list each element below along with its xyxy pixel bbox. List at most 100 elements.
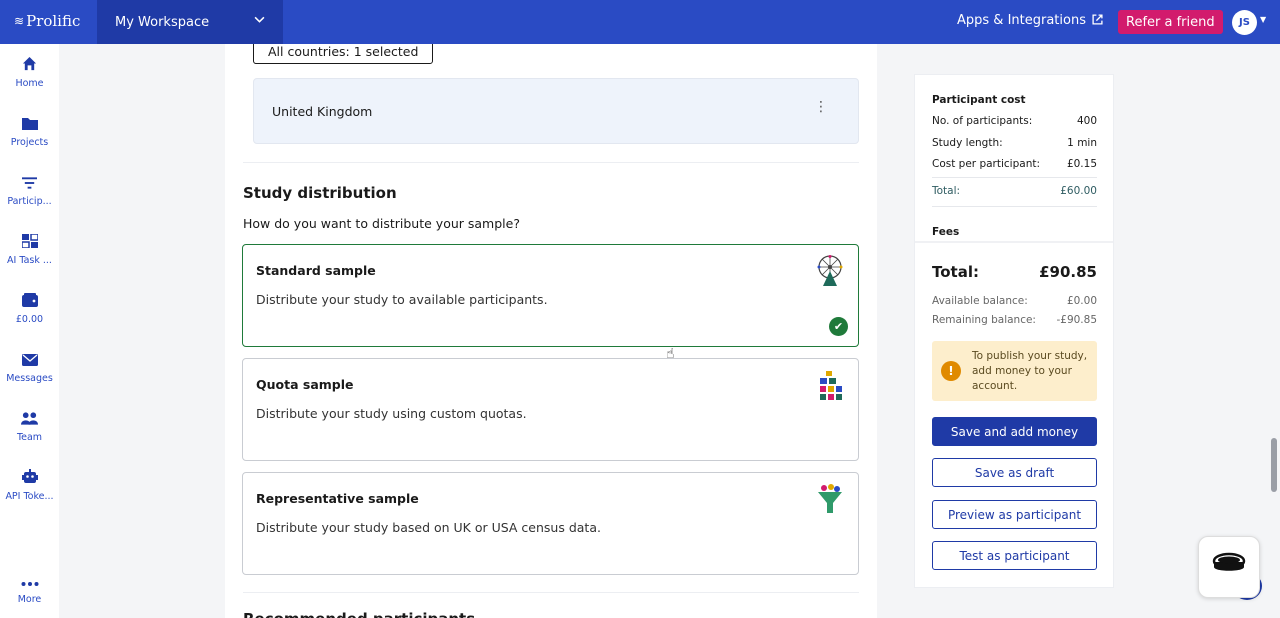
subtotal-value: £60.00 bbox=[1060, 185, 1097, 197]
available-balance-row: Available balance: £0.00 bbox=[932, 295, 1097, 307]
sidebar-item-label: More bbox=[17, 594, 42, 605]
folder-icon bbox=[0, 115, 59, 135]
option-title: Quota sample bbox=[256, 377, 354, 392]
sidebar-item-label: AI Task ... bbox=[7, 255, 52, 266]
home-icon bbox=[0, 56, 59, 76]
sidebar-item-api-tokens[interactable]: API Toke... bbox=[0, 469, 59, 502]
country-name: United Kingdom bbox=[272, 104, 373, 119]
filter-icon bbox=[0, 174, 59, 194]
workspace-selector[interactable]: My Workspace bbox=[97, 0, 283, 44]
scrollbar-thumb[interactable] bbox=[1271, 438, 1277, 492]
refer-friend-button[interactable]: Refer a friend bbox=[1118, 10, 1223, 34]
workspace-label: My Workspace bbox=[115, 14, 210, 30]
grand-total-label: Total: bbox=[932, 263, 979, 281]
funnel-icon bbox=[816, 483, 844, 515]
remaining-balance-value: -£90.85 bbox=[1056, 314, 1097, 326]
chat-icon bbox=[1212, 552, 1246, 582]
fees-heading: Fees bbox=[932, 226, 960, 238]
brand-name: Prolific bbox=[26, 12, 81, 30]
warning-text: To publish your study, add money to your… bbox=[972, 350, 1088, 392]
robot-icon bbox=[0, 469, 59, 489]
available-balance-value: £0.00 bbox=[1066, 295, 1097, 307]
blocks-icon bbox=[816, 369, 844, 401]
sidebar-item-label: Home bbox=[15, 78, 44, 89]
top-bar: ≋ Prolific My Workspace Apps & Integrati… bbox=[0, 0, 1280, 44]
dashboard-icon bbox=[0, 233, 59, 253]
cost-value: 1 min bbox=[1067, 137, 1097, 149]
warning-icon: ! bbox=[941, 361, 961, 381]
sidebar-item-label: API Toke... bbox=[5, 491, 54, 502]
kebab-menu-icon[interactable]: ⋮ bbox=[814, 99, 828, 115]
mail-icon bbox=[0, 351, 59, 371]
option-description: Distribute your study based on UK or USA… bbox=[256, 520, 601, 535]
logo-mark-icon: ≋ bbox=[14, 14, 24, 28]
cost-row: Study length: 1 min bbox=[932, 137, 1097, 149]
cost-label: No. of participants: bbox=[932, 115, 1033, 127]
sidebar-item-projects[interactable]: Projects bbox=[0, 115, 59, 148]
more-icon bbox=[0, 572, 59, 592]
option-title: Standard sample bbox=[256, 263, 376, 278]
grand-total-value: £90.85 bbox=[1039, 263, 1097, 281]
option-title: Representative sample bbox=[256, 491, 419, 506]
divider bbox=[932, 177, 1097, 178]
sidebar-item-home[interactable]: Home bbox=[0, 56, 59, 89]
section-question: How do you want to distribute your sampl… bbox=[243, 216, 520, 231]
cost-value: £0.15 bbox=[1066, 158, 1097, 170]
sidebar-item-balance[interactable]: £0.00 bbox=[0, 292, 59, 325]
study-form: All countries: 1 selected United Kingdom… bbox=[225, 44, 877, 618]
sidebar-item-label: £0.00 bbox=[15, 314, 44, 325]
sidebar-item-team[interactable]: Team bbox=[0, 410, 59, 443]
option-representative-sample[interactable]: Representative sample Distribute your st… bbox=[242, 472, 859, 575]
sidebar: Home Projects Particip... AI Task ... £0… bbox=[0, 44, 59, 618]
cost-row: No. of participants: 400 bbox=[932, 115, 1097, 127]
chat-widget-button[interactable] bbox=[1198, 536, 1260, 598]
sidebar-item-label: Particip... bbox=[7, 196, 52, 207]
apps-link-label: Apps & Integrations bbox=[957, 13, 1086, 28]
save-draft-button[interactable]: Save as draft bbox=[932, 458, 1097, 487]
grand-total-row: Total: £90.85 bbox=[932, 263, 1097, 281]
avatar[interactable]: JS bbox=[1232, 10, 1257, 35]
countries-filter-button[interactable]: All countries: 1 selected bbox=[253, 44, 434, 64]
sidebar-item-participants[interactable]: Particip... bbox=[0, 174, 59, 207]
prolific-logo[interactable]: ≋ Prolific bbox=[14, 12, 80, 30]
insufficient-funds-warning: ! To publish your study, add money to yo… bbox=[932, 341, 1097, 401]
selected-check-icon: ✔ bbox=[829, 317, 848, 336]
sidebar-item-label: Messages bbox=[6, 373, 53, 384]
country-card: United Kingdom ⋮ bbox=[253, 78, 859, 144]
section-title: Study distribution bbox=[243, 184, 397, 202]
cost-row: Cost per participant: £0.15 bbox=[932, 158, 1097, 170]
next-section-title: Recommended participants bbox=[243, 610, 475, 618]
preview-participant-button[interactable]: Preview as participant bbox=[932, 500, 1097, 529]
sidebar-item-label: Team bbox=[16, 432, 43, 443]
sidebar-item-messages[interactable]: Messages bbox=[0, 351, 59, 384]
divider bbox=[932, 206, 1097, 207]
participant-cost-heading: Participant cost bbox=[932, 94, 1026, 106]
divider bbox=[915, 241, 1113, 243]
subtotal-row: Total: £60.00 bbox=[932, 185, 1097, 197]
chevron-down-icon bbox=[254, 14, 265, 28]
test-participant-button[interactable]: Test as participant bbox=[932, 541, 1097, 570]
apps-integrations-link[interactable]: Apps & Integrations bbox=[957, 13, 1103, 28]
cost-label: Study length: bbox=[932, 137, 1003, 149]
external-link-icon bbox=[1092, 13, 1103, 28]
cost-label: Cost per participant: bbox=[932, 158, 1041, 170]
remaining-balance-row: Remaining balance: -£90.85 bbox=[932, 314, 1097, 326]
avatar-chevron-icon[interactable]: ▼ bbox=[1260, 15, 1266, 24]
ferris-wheel-icon bbox=[816, 255, 844, 287]
subtotal-label: Total: bbox=[932, 185, 961, 197]
team-icon bbox=[0, 410, 59, 430]
hand-cursor-icon: ☝ bbox=[666, 346, 675, 362]
option-description: Distribute your study using custom quota… bbox=[256, 406, 527, 421]
cost-summary-panel: Participant cost No. of participants: 40… bbox=[914, 74, 1114, 588]
remaining-balance-label: Remaining balance: bbox=[932, 314, 1036, 326]
option-standard-sample[interactable]: Standard sample Distribute your study to… bbox=[242, 244, 859, 347]
option-description: Distribute your study to available parti… bbox=[256, 292, 548, 307]
sidebar-item-label: Projects bbox=[10, 137, 49, 148]
sidebar-item-ai-task[interactable]: AI Task ... bbox=[0, 233, 59, 266]
option-quota-sample[interactable]: Quota sample Distribute your study using… bbox=[242, 358, 859, 461]
wallet-icon bbox=[0, 292, 59, 312]
sidebar-item-more[interactable]: More bbox=[0, 572, 59, 605]
divider bbox=[243, 162, 859, 163]
save-add-money-button[interactable]: Save and add money bbox=[932, 417, 1097, 446]
divider bbox=[243, 592, 859, 593]
